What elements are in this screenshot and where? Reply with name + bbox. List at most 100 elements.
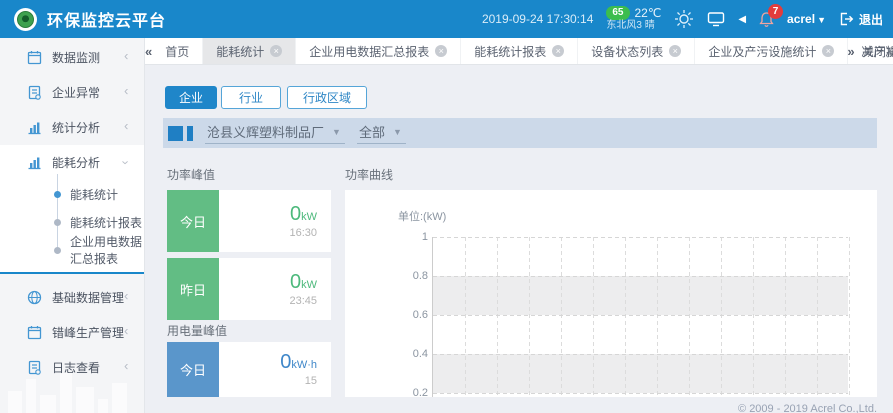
energy-peak-title: 用电量峰值 [167, 322, 227, 339]
sidebar-item-offpeak-production[interactable]: 错峰生产管理 › [0, 315, 144, 350]
power-peak-today-value: 0kW [290, 202, 317, 227]
marker-bar-icon [187, 126, 193, 141]
username-label: acrel [787, 12, 815, 26]
wind-label: 东北风3 晴 [606, 20, 661, 32]
close-icon[interactable]: × [270, 45, 282, 57]
user-menu[interactable]: acrel▼ [787, 12, 826, 26]
calendar-icon [26, 325, 42, 341]
tab-bar: « 首页 能耗统计 × 企业用电数据汇总报表× 能耗统计报表 × 设备状态列表 × 企… [145, 38, 893, 65]
view-button-enterprise[interactable]: 企业 [165, 86, 217, 109]
grid-vline [721, 237, 722, 397]
energy-peak-today-value: 0kW·h [280, 350, 317, 375]
yesterday-label: 昨日 [167, 258, 219, 320]
y-tick-label: 1 [353, 231, 428, 243]
grid-vline [593, 237, 594, 397]
bar-chart-icon [26, 155, 42, 171]
scope-select[interactable]: 全部▼ [357, 122, 406, 144]
energy-peak-today-card: 今日 0kW·h 15 [167, 342, 331, 397]
sidebar-item-enterprise-abnormal[interactable]: 企业异常 › [0, 75, 144, 110]
grid-vline [849, 237, 850, 397]
sun-icon [674, 9, 694, 29]
calendar-icon [26, 50, 42, 66]
grid-vline [817, 237, 818, 397]
sidebar-subitem-label: 能耗统计 [70, 186, 118, 203]
grid-hline [433, 315, 848, 316]
power-peak-title: 功率峰值 [167, 166, 215, 183]
sidebar-subitem-electricity-summary[interactable]: 企业用电数据汇总报表 [0, 236, 144, 264]
monitor-icon[interactable] [707, 11, 725, 27]
close-operations-menu[interactable]: 关闭操作 [862, 38, 893, 65]
tab-label: 设备状态列表 [591, 43, 663, 60]
chart-plot [432, 237, 848, 397]
view-button-industry[interactable]: 行业 [221, 86, 281, 109]
notifications[interactable]: 7 [759, 11, 774, 28]
weather-widget: 65 22℃ 东北风3 晴 [606, 6, 661, 32]
view-button-region[interactable]: 行政区域 [287, 86, 367, 109]
close-icon[interactable]: × [822, 45, 834, 57]
grid-vline [465, 237, 466, 397]
header-right: 2019-09-24 17:30:14 65 22℃ 东北风3 晴 ◀ 7 ac… [482, 0, 887, 38]
grid-vline [561, 237, 562, 397]
tab-energy-statistics[interactable]: 能耗统计 × [203, 38, 296, 64]
chevron-down-icon: › [118, 160, 133, 164]
grid-hline [433, 354, 848, 355]
chevron-left-icon: › [124, 85, 128, 100]
sidebar-item-energy-analysis[interactable]: 能耗分析 › [0, 145, 144, 180]
sidebar-subitem-energy-report[interactable]: 能耗统计报表 [0, 208, 144, 236]
notification-count-badge[interactable]: 7 [768, 4, 783, 19]
power-peak-yesterday-value: 0kW [290, 270, 317, 295]
chevron-left-icon: › [124, 120, 128, 135]
tab-home[interactable]: 首页 [152, 38, 203, 64]
datetime-display: 2019-09-24 17:30:14 [482, 12, 593, 26]
tab-label: 能耗统计 [216, 43, 264, 60]
energy-peak-today-time: 15 [305, 375, 317, 389]
power-peak-yesterday-time: 23:45 [289, 295, 317, 309]
power-curve-chart: 单位:(kW) 10.80.60.40.2 [345, 190, 877, 397]
company-select[interactable]: 沧县义辉塑料制品厂 ▼ [205, 122, 345, 144]
sidebar-item-statistics-analysis[interactable]: 统计分析 › [0, 110, 144, 145]
tab-enterprise-pollution-stats[interactable]: 企业及产污设施统计 × [695, 38, 848, 64]
tab-energy-report[interactable]: 能耗统计报表 × [461, 38, 578, 64]
chart-unit-label: 单位:(kW) [398, 208, 446, 224]
tab-device-status-list[interactable]: 设备状态列表 × [578, 38, 695, 64]
sidebar-expanded-group: 能耗分析 › 能耗统计 能耗统计报表 企业用电数据汇总报表 [0, 145, 144, 274]
grid-vline [753, 237, 754, 397]
tab-label: 首页 [165, 43, 189, 60]
y-tick-label: 0.6 [353, 309, 428, 321]
grid-hline [433, 393, 848, 394]
chevron-down-icon: ▼ [332, 127, 341, 137]
company-select-value: 沧县义辉塑料制品厂 [207, 122, 324, 141]
tabs-scroll-right-button[interactable]: » [838, 38, 864, 65]
today-label: 今日 [167, 342, 219, 397]
sidebar-item-label: 企业异常 [52, 84, 100, 101]
grid-vline [689, 237, 690, 397]
chevron-down-icon: ▼ [817, 15, 826, 25]
sidebar-subitem-label: 能耗统计报表 [70, 214, 142, 231]
logout-button[interactable]: 退出 [839, 11, 883, 28]
sidebar-subitem-energy-statistics[interactable]: 能耗统计 [0, 180, 144, 208]
bullet-dot-icon [54, 219, 61, 226]
city-watermark [0, 358, 145, 413]
close-operations-label: 关闭操作 [862, 43, 893, 60]
close-icon[interactable]: × [435, 45, 447, 57]
header: 环保监控云平台 2019-09-24 17:30:14 65 22℃ 东北风3 … [0, 0, 893, 38]
power-curve-title: 功率曲线 [345, 166, 393, 183]
clipboard-icon [26, 85, 42, 101]
close-icon[interactable]: × [552, 45, 564, 57]
tab-label: 企业及产污设施统计 [708, 43, 816, 60]
grid-vline [785, 237, 786, 397]
sidebar-item-data-monitoring[interactable]: 数据监测 › [0, 40, 144, 75]
tab-label: 能耗统计报表 [474, 43, 546, 60]
aqi-badge: 65 [606, 6, 629, 20]
bullet-dot-icon [54, 247, 61, 254]
speaker-icon[interactable]: ◀ [738, 14, 746, 25]
tabs-scroll-left-button[interactable]: « [145, 38, 152, 64]
bullet-dot-icon [54, 191, 61, 198]
grid-vline [529, 237, 530, 397]
close-icon[interactable]: × [669, 45, 681, 57]
grid-vline [625, 237, 626, 397]
marker-square-icon [168, 126, 183, 141]
sidebar-item-basic-data[interactable]: 基础数据管理 › [0, 280, 144, 315]
tab-electricity-summary-report[interactable]: 企业用电数据汇总报表× [296, 38, 461, 64]
logout-label: 退出 [859, 11, 883, 28]
